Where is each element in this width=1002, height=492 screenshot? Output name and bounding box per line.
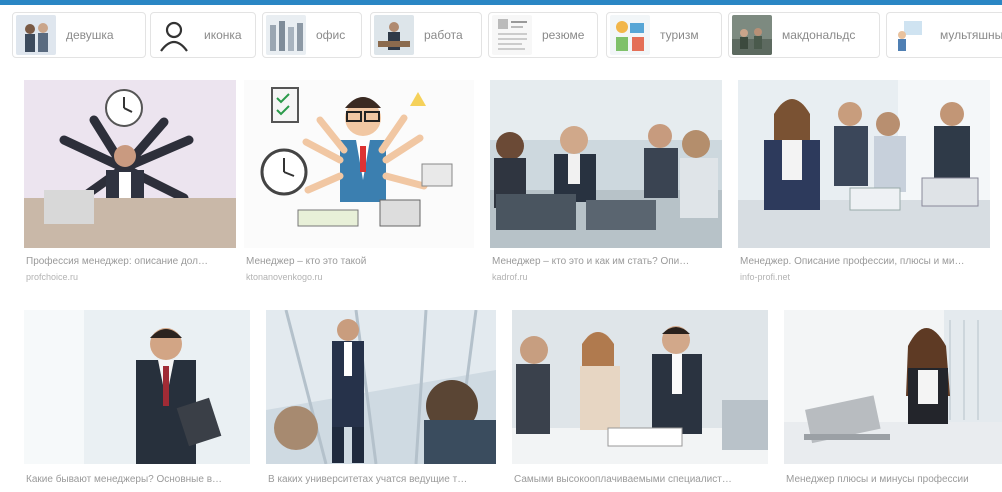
result-thumbnail[interactable] [490,80,722,248]
result-thumbnail[interactable] [244,80,474,248]
image-results-grid: Профессия менеджер: описание дол… profch… [0,72,1002,492]
result-thumbnail[interactable] [784,310,1002,464]
chip-thumbnail [374,15,414,55]
result-caption[interactable]: Менеджер плюсы и минусы профессии [786,474,1000,485]
chip-label: офис [316,28,346,42]
chip-thumbnail [732,15,772,55]
chip-thumbnail [16,15,56,55]
chip-makdonalds[interactable]: макдональдс [728,12,880,58]
result-source[interactable]: ktonanovenkogo.ru [246,272,323,282]
chip-multyashnye[interactable]: мультяшные [886,12,1002,58]
chip-devushka[interactable]: девушка [12,12,146,58]
image-result-card[interactable]: Самыми высокооплачиваемыми специалист… [512,310,768,492]
image-result-card[interactable]: Менеджер – кто это такой ktonanovenkogo.… [244,80,474,292]
chip-thumbnail [154,15,194,55]
result-caption[interactable]: Менеджер – кто это такой [246,256,472,267]
result-thumbnail[interactable] [738,80,990,248]
result-thumbnail[interactable] [24,310,250,464]
chip-rezyume[interactable]: резюме [488,12,598,58]
result-source[interactable]: kadrof.ru [492,272,528,282]
chip-label: туризм [660,28,699,42]
chip-thumbnail [610,15,650,55]
chip-rabota[interactable]: работа [370,12,482,58]
image-result-card[interactable]: Профессия менеджер: описание дол… profch… [24,80,236,292]
chip-ikonka[interactable]: иконка [150,12,256,58]
chip-label: работа [424,28,463,42]
chip-turizm[interactable]: туризм [606,12,722,58]
chip-thumbnail [890,15,930,55]
result-caption[interactable]: Какие бывают менеджеры? Основные в… [26,474,248,485]
chip-label: резюме [542,28,585,42]
image-result-card[interactable]: Менеджер плюсы и минусы профессии [784,310,1002,492]
result-caption[interactable]: Менеджер. Описание профессии, плюсы и ми… [740,256,988,267]
result-source[interactable]: info-profi.net [740,272,790,282]
result-thumbnail[interactable] [512,310,768,464]
chip-label: макдональдс [782,28,856,42]
chip-label: девушка [66,28,114,42]
result-source[interactable]: profchoice.ru [26,272,78,282]
image-result-card[interactable]: Какие бывают менеджеры? Основные в… [24,310,250,492]
image-result-card[interactable]: В каких университетах учатся ведущие т… [266,310,496,492]
chip-ofis[interactable]: офис [262,12,362,58]
result-caption[interactable]: В каких университетах учатся ведущие т… [268,474,494,485]
image-result-card[interactable]: Менеджер – кто это и как им стать? Опи… … [490,80,722,292]
chip-thumbnail [266,15,306,55]
result-thumbnail[interactable] [266,310,496,464]
result-caption[interactable]: Самыми высокооплачиваемыми специалист… [514,474,766,485]
top-accent-bar [0,0,1002,5]
result-thumbnail[interactable] [24,80,236,248]
chip-label: мультяшные [940,28,1002,42]
result-caption[interactable]: Профессия менеджер: описание дол… [26,256,234,267]
chip-label: иконка [204,28,242,42]
related-searches-bar: девушка иконка офис работа резюме туризм [0,8,1002,72]
image-result-card[interactable]: Менеджер. Описание профессии, плюсы и ми… [738,80,990,292]
chip-thumbnail [492,15,532,55]
result-caption[interactable]: Менеджер – кто это и как им стать? Опи… [492,256,720,267]
